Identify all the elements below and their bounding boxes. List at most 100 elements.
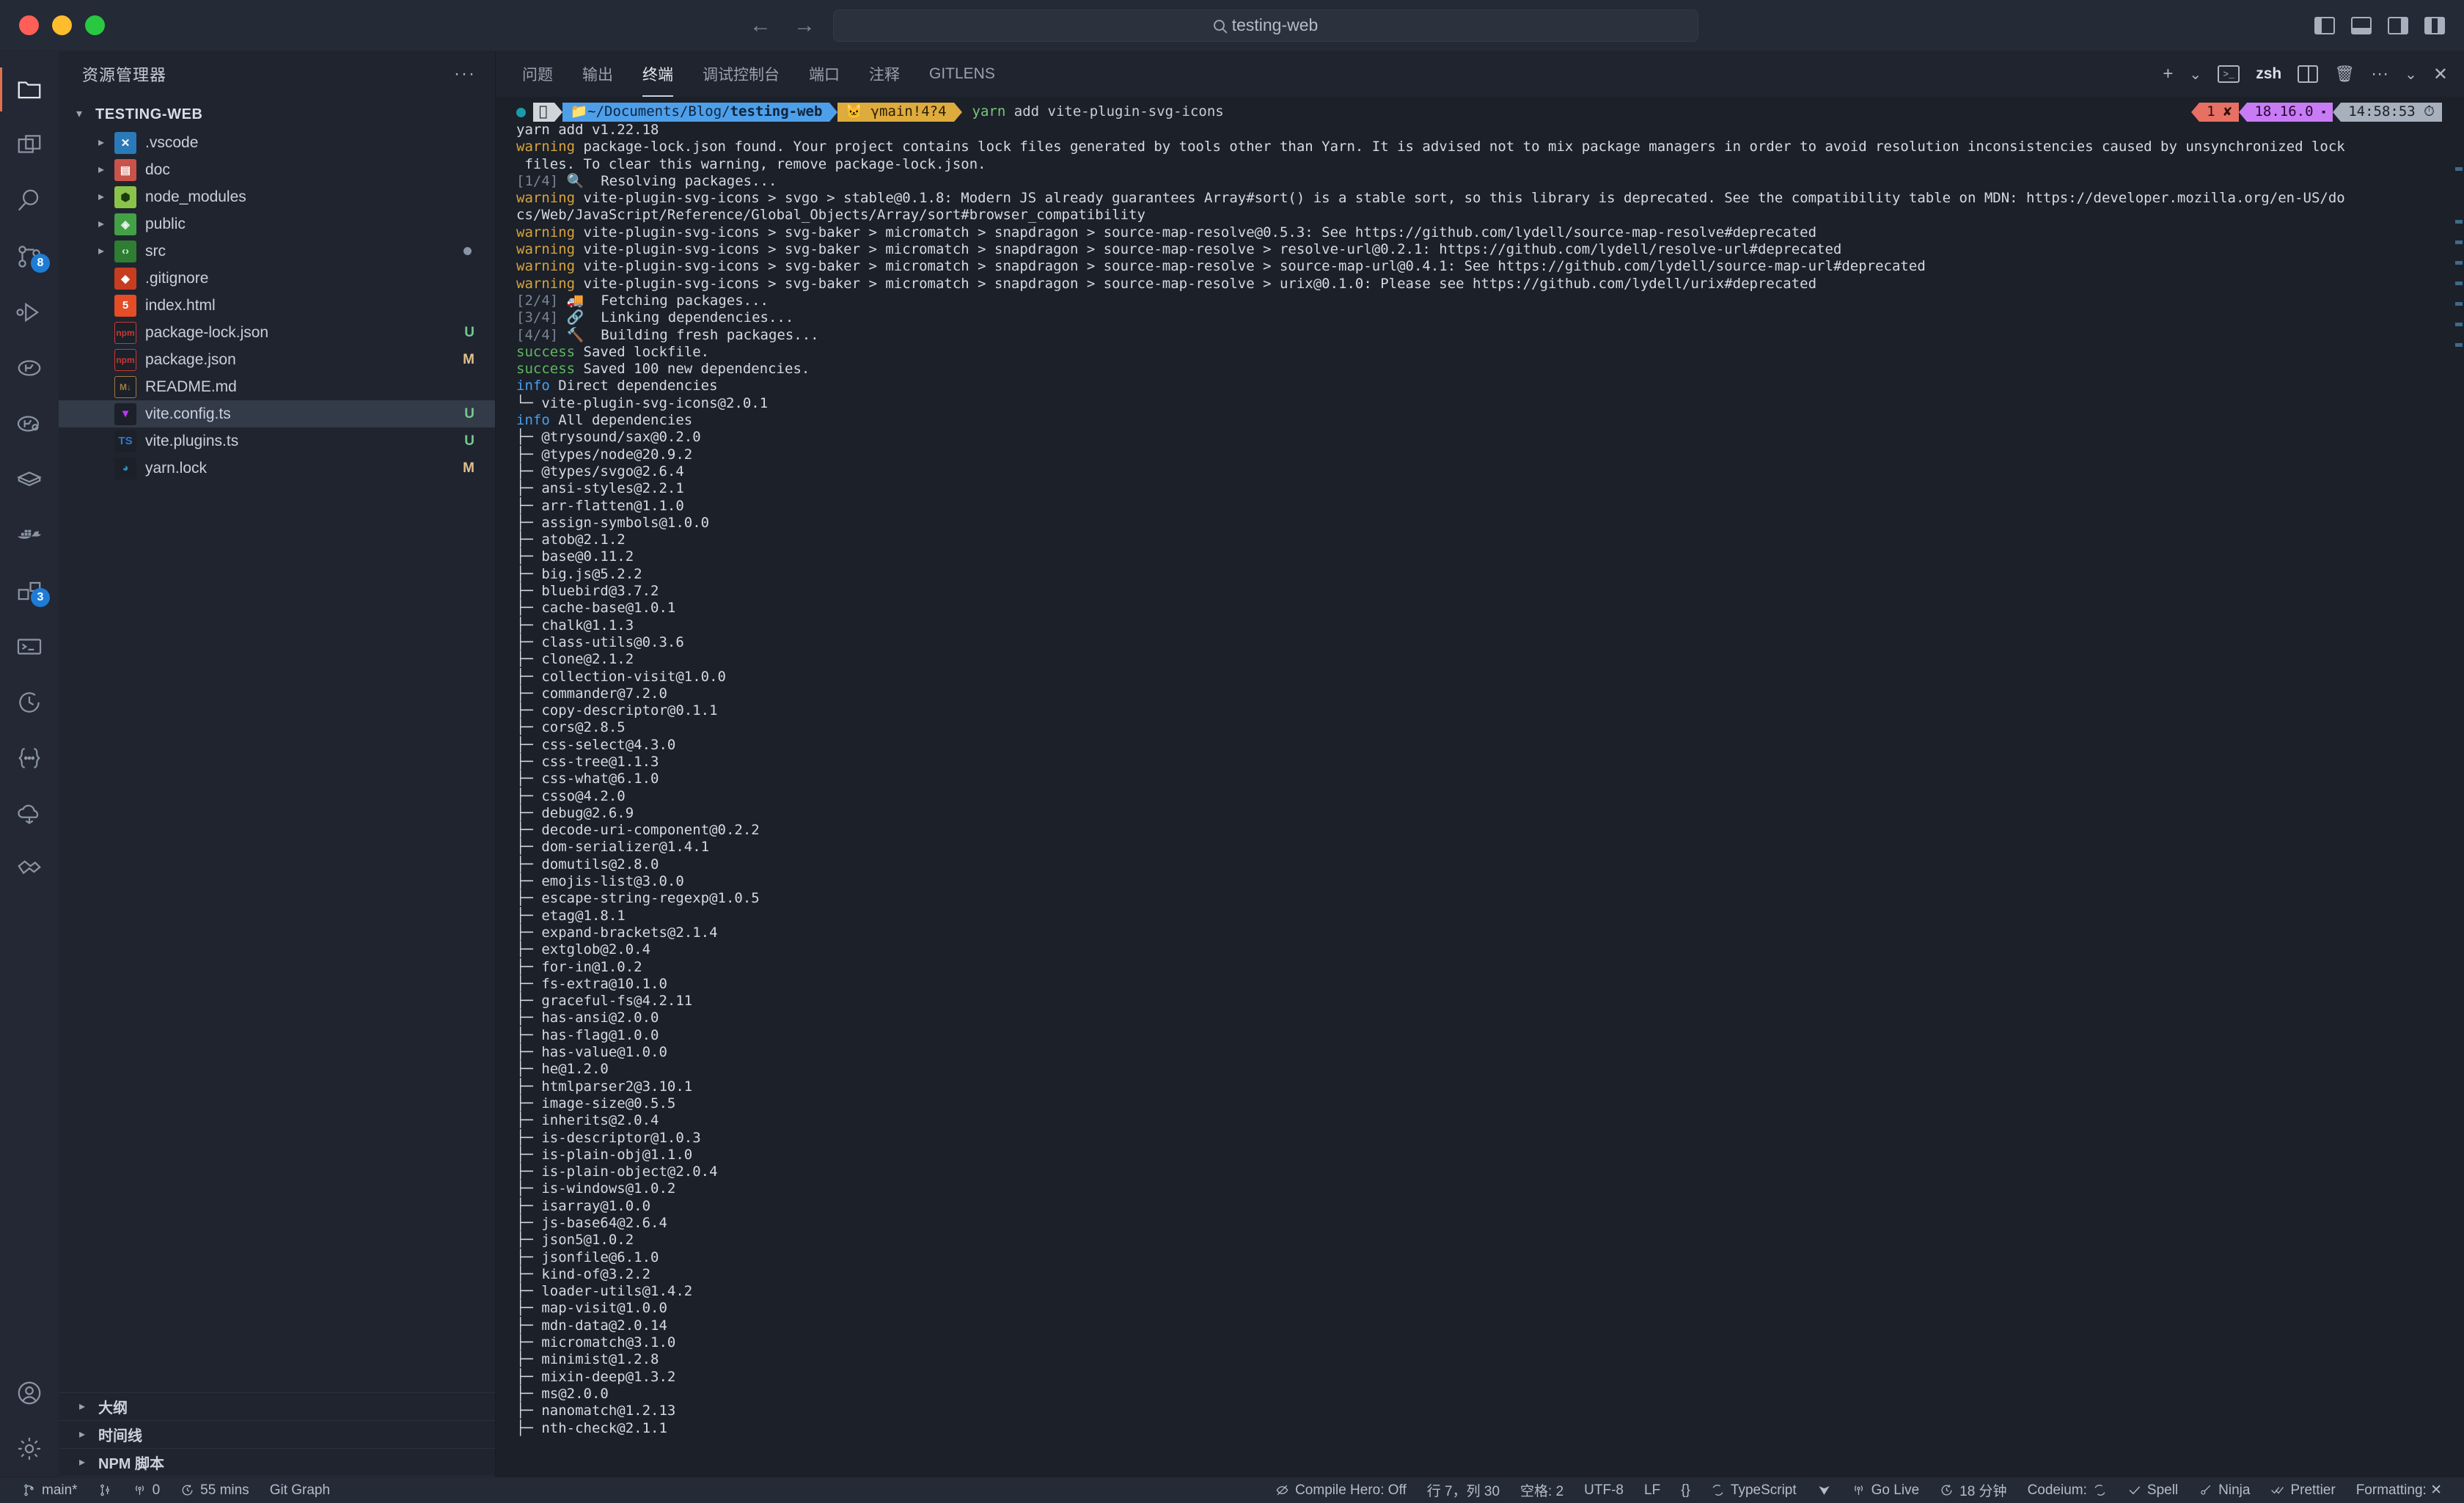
os-icon-segment: 	[533, 103, 555, 122]
file-tree[interactable]: ▾ TESTING-WEB ▸ ✕ .vscode ▸ ▤ doc ▸ ⬢ node_modul…	[59, 97, 495, 1392]
status-eol[interactable]: LF	[1634, 1482, 1671, 1499]
tree-item-yarn-lock[interactable]: ▸◕yarn.lockM	[59, 455, 495, 482]
status-cursor-position[interactable]: 行 7，列 30	[1417, 1480, 1510, 1500]
tree-item--vscode[interactable]: ▸ ✕ .vscode	[59, 129, 495, 156]
explorer-title: 资源管理器	[82, 66, 167, 84]
maximize-panel-icon[interactable]: ⌄	[2405, 65, 2417, 84]
tree-item-package-lock-json[interactable]: ▸npmpackage-lock.jsonU	[59, 319, 495, 346]
status-brackets[interactable]: {}	[1671, 1482, 1701, 1499]
tree-item-index-html[interactable]: ▸5index.html	[59, 292, 495, 319]
activity-run-debug[interactable]	[0, 284, 59, 340]
panel-tab-0[interactable]: 问题	[522, 51, 553, 97]
kill-terminal-icon[interactable]: 🗑	[2334, 65, 2355, 84]
status-wakatime[interactable]: 18 分钟	[1929, 1480, 2017, 1500]
toggle-secondary-sidebar-icon[interactable]	[2388, 17, 2408, 34]
back-arrow-icon[interactable]: ←	[748, 14, 773, 37]
status-sync[interactable]	[88, 1483, 122, 1497]
command-center-search[interactable]: testing-web	[833, 9, 1698, 42]
terminal-line: ├─ base@0.11.2	[496, 548, 2464, 565]
status-go-live[interactable]: Go Live	[1841, 1482, 1929, 1499]
tree-item-vite-plugins-ts[interactable]: ▸TSvite.plugins.tsU	[59, 427, 495, 455]
panel-tab-2[interactable]: 终端	[642, 51, 673, 97]
panel-tab-1[interactable]: 输出	[582, 51, 613, 97]
toggle-panel-icon[interactable]	[2351, 17, 2372, 34]
git-status-badge: M	[463, 351, 474, 367]
minimize-window-button[interactable]	[52, 15, 72, 35]
panel-tab-5[interactable]: 注释	[869, 51, 900, 97]
activity-database[interactable]	[0, 452, 59, 507]
status-indentation[interactable]: 空格: 2	[1510, 1480, 1574, 1500]
tree-item-readme-md[interactable]: ▸M↓README.md	[59, 373, 495, 400]
panel-tab-6[interactable]: GITLENS	[929, 51, 995, 97]
terminal-view[interactable]:  📁~/Documents/Blog/testing-web 🐱 γ main…	[496, 97, 2464, 1477]
activity-bookmarks[interactable]	[0, 842, 59, 897]
status-prettier[interactable]: Prettier	[2260, 1482, 2345, 1499]
npm-scripts-label: NPM 脚本	[98, 1456, 164, 1472]
status-ninja[interactable]: Ninja	[2188, 1482, 2260, 1499]
activity-explorer[interactable]	[0, 62, 59, 117]
new-terminal-button[interactable]: +	[2163, 64, 2173, 84]
activity-account[interactable]	[0, 1365, 59, 1421]
public-icon: ◈	[114, 213, 136, 235]
tree-item-node-modules[interactable]: ▸ ⬢ node_modules	[59, 183, 495, 210]
status-live-share[interactable]: 0	[122, 1482, 171, 1499]
status-encoding[interactable]: UTF-8	[1574, 1482, 1634, 1499]
activity-project-manager[interactable]: 3	[0, 563, 59, 619]
activity-json[interactable]	[0, 730, 59, 786]
tree-item-src[interactable]: ▸ ‹› src	[59, 238, 495, 265]
terminal-line: info All dependencies	[496, 412, 2464, 429]
scroll-mark	[2455, 343, 2463, 347]
close-panel-icon[interactable]: ✕	[2433, 64, 2448, 85]
tree-item-vite-config-ts[interactable]: ▸▼vite.config.tsU	[59, 400, 495, 427]
project-manager-badge: 3	[31, 588, 50, 607]
terminal-line: ├─ for-in@1.0.2	[496, 959, 2464, 976]
status-branch[interactable]: main*	[12, 1482, 88, 1499]
terminal-line: warning vite-plugin-svg-icons > svg-bake…	[496, 276, 2464, 293]
status-spell-checker[interactable]: Spell	[2117, 1482, 2188, 1499]
status-compile-hero[interactable]: Compile Hero: Off	[1265, 1482, 1417, 1499]
toggle-primary-sidebar-icon[interactable]	[2314, 17, 2335, 34]
status-git-graph[interactable]: Git Graph	[260, 1482, 340, 1499]
tree-item-public[interactable]: ▸ ◈ public	[59, 210, 495, 238]
activity-cloud[interactable]	[0, 786, 59, 842]
activity-search[interactable]	[0, 173, 59, 229]
tree-root-folder[interactable]: ▾ TESTING-WEB	[59, 100, 495, 129]
prompt-arrow-1	[554, 103, 563, 122]
tree-item-doc[interactable]: ▸ ▤ doc	[59, 156, 495, 183]
status-language-mode[interactable]: TypeScript	[1701, 1482, 1807, 1499]
status-time-tracker[interactable]: 55 mins	[170, 1482, 260, 1499]
sidebar-section-npm-scripts[interactable]: ▸ NPM 脚本	[59, 1449, 495, 1477]
activity-source-control[interactable]: 8	[0, 229, 59, 284]
terminal-text: ├─ ms@2.0.0	[516, 1385, 609, 1402]
status-formatting[interactable]: Formatting: ✕	[2346, 1482, 2452, 1499]
terminal-line: ├─ has-flag@1.0.0	[496, 1027, 2464, 1044]
forward-arrow-icon[interactable]: →	[792, 14, 817, 37]
tree-item-package-json[interactable]: ▸npmpackage.jsonM	[59, 346, 495, 373]
tree-item--gitignore[interactable]: ▸◆.gitignore	[59, 265, 495, 292]
activity-settings-gear[interactable]	[0, 1421, 59, 1477]
sidebar-section-outline[interactable]: ▸ 大纲	[59, 1393, 495, 1421]
panel-tab-4[interactable]: 端口	[809, 51, 840, 97]
close-window-button[interactable]	[19, 15, 39, 35]
activity-extensions[interactable]	[0, 340, 59, 396]
terminal-text: ├─ decode-uri-component@0.2.2	[516, 822, 760, 839]
terminal-line: ├─ is-plain-obj@1.1.0	[496, 1147, 2464, 1164]
panel-more-actions-icon[interactable]: ···	[2371, 64, 2388, 84]
tree-item-label: vite.plugins.ts	[145, 432, 239, 449]
customize-layout-icon[interactable]	[2424, 17, 2445, 34]
activity-remote-explorer[interactable]	[0, 396, 59, 452]
new-terminal-dropdown-icon[interactable]: ⌄	[2189, 65, 2201, 84]
split-terminal-icon[interactable]	[2298, 65, 2319, 83]
activity-terminal[interactable]	[0, 619, 59, 675]
status-vite[interactable]	[1807, 1483, 1841, 1497]
activity-copy-files[interactable]	[0, 117, 59, 173]
terminal-scroll-marks[interactable]	[2454, 97, 2464, 1477]
status-codeium[interactable]: Codeium:	[2017, 1482, 2117, 1499]
maximize-window-button[interactable]	[85, 15, 105, 35]
sidebar-section-timeline[interactable]: ▸ 时间线	[59, 1421, 495, 1449]
terminal-text: ├─ emojis-list@3.0.0	[516, 873, 684, 890]
activity-history[interactable]	[0, 675, 59, 730]
activity-docker[interactable]	[0, 507, 59, 563]
explorer-more-actions-icon[interactable]: ···	[454, 64, 476, 84]
panel-tab-3[interactable]: 调试控制台	[703, 51, 780, 97]
